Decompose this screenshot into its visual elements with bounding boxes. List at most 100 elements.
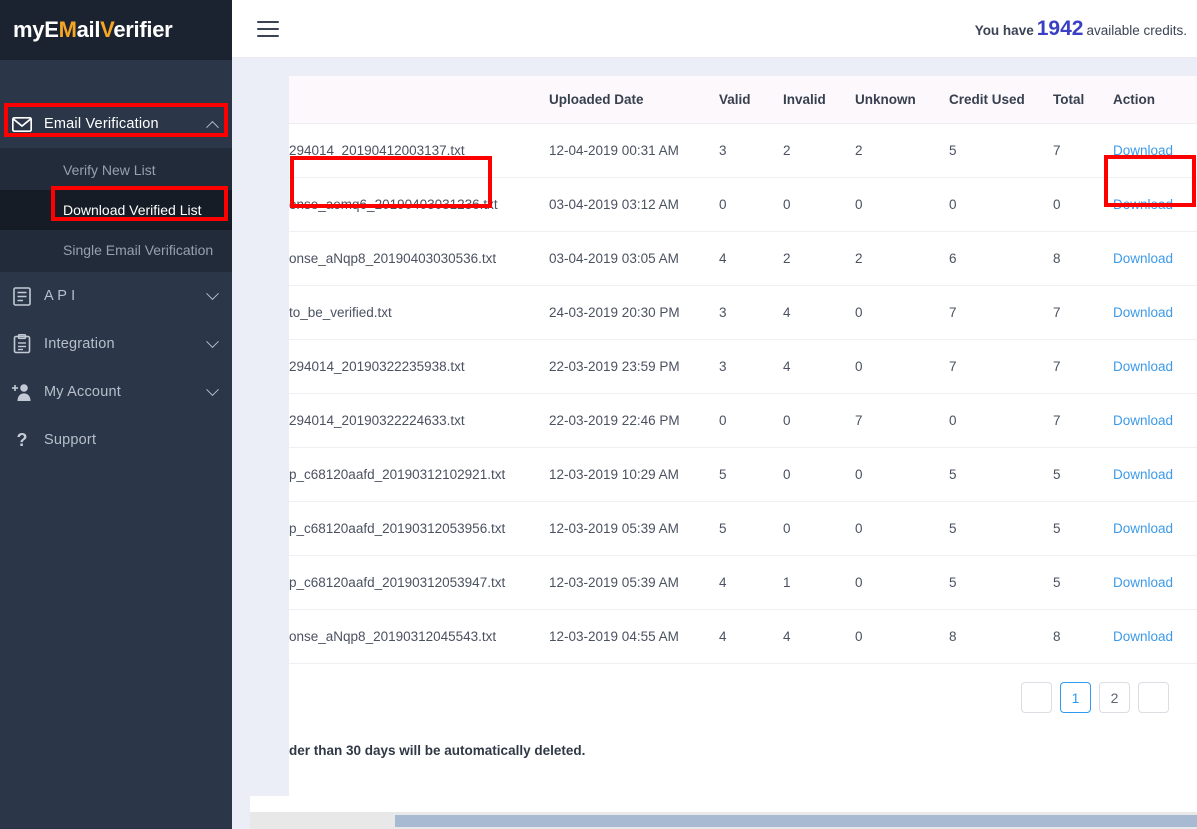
cell-action: Download [1113, 285, 1197, 340]
cell-filename: onse_aNqp8_20190403030536.txt [289, 231, 549, 286]
sidebar-item-email-verification[interactable]: Email Verification [0, 100, 232, 148]
cell-filename: 294014_20190322235938.txt [289, 339, 549, 394]
sidebar-item-my-account[interactable]: My Account [0, 368, 232, 416]
sidebar-item-integration[interactable]: Integration [0, 320, 232, 368]
pagination-prev-button[interactable] [1021, 682, 1052, 713]
horizontal-scrollbar[interactable] [232, 812, 1197, 829]
cell-uploaded-date: 22-03-2019 22:46 PM [549, 393, 719, 448]
cell-invalid: 2 [783, 231, 855, 286]
cell-credit-used: 5 [949, 555, 1053, 610]
clipboard-icon [0, 334, 44, 354]
document-icon [0, 286, 44, 306]
credits-count: 1942 [1036, 16, 1084, 40]
logo-text-part1: myE [13, 17, 59, 42]
cell-unknown: 2 [855, 231, 949, 286]
mail-icon [0, 116, 44, 132]
credits-display: You have 1942 available credits. [975, 17, 1187, 41]
cell-invalid: 0 [783, 501, 855, 556]
cell-total: 0 [1053, 177, 1113, 232]
cell-invalid: 4 [783, 609, 855, 664]
content-bottom-strip [232, 796, 1197, 812]
download-link[interactable]: Download [1113, 359, 1173, 374]
cell-filename: to_be_verified.txt [289, 285, 549, 340]
cell-valid: 5 [719, 447, 783, 502]
cell-unknown: 2 [855, 123, 949, 178]
cell-unknown: 0 [855, 609, 949, 664]
download-link[interactable]: Download [1113, 521, 1173, 536]
chevron-down-icon[interactable] [192, 334, 232, 349]
download-link[interactable]: Download [1113, 413, 1173, 428]
cell-unknown: 0 [855, 447, 949, 502]
cell-uploaded-date: 12-03-2019 05:39 AM [549, 501, 719, 556]
horizontal-scrollbar-thumb[interactable] [395, 815, 1197, 827]
cell-filename: onse_aemq6_20190403031236.txt [289, 177, 549, 232]
download-link[interactable]: Download [1113, 143, 1173, 158]
chevron-down-icon[interactable] [192, 286, 232, 301]
sidebar-item-label: Support [44, 432, 97, 448]
table-row: p_c68120aafd_20190312053956.txt 12-03-20… [289, 501, 1197, 556]
download-link[interactable]: Download [1113, 575, 1173, 590]
cell-uploaded-date: 03-04-2019 03:12 AM [549, 177, 719, 232]
cell-filename: 294014_20190322224633.txt [289, 393, 549, 448]
cell-total: 5 [1053, 447, 1113, 502]
chevron-up-icon[interactable] [192, 120, 232, 134]
cell-uploaded-date: 12-03-2019 10:29 AM [549, 447, 719, 502]
cell-action: Download [1113, 609, 1197, 664]
brand-logo[interactable]: myEMailVerifier [13, 17, 173, 43]
column-header-uploaded-date: Uploaded Date [549, 76, 719, 124]
cell-action: Download [1113, 123, 1197, 178]
cell-valid: 0 [719, 177, 783, 232]
cell-invalid: 0 [783, 393, 855, 448]
sidebar-item-support[interactable]: ? Support [0, 416, 232, 464]
sidebar-subitem-verify-new-list[interactable]: Verify New List [0, 150, 232, 190]
cell-unknown: 0 [855, 285, 949, 340]
cell-total: 5 [1053, 555, 1113, 610]
download-link[interactable]: Download [1113, 197, 1173, 212]
cell-filename: p_c68120aafd_20190312053947.txt [289, 555, 549, 610]
sidebar-subitem-single-email-verification[interactable]: Single Email Verification [0, 230, 232, 270]
column-header-filename [289, 76, 549, 124]
cell-uploaded-date: 12-04-2019 00:31 AM [549, 123, 719, 178]
credits-prefix: You have [974, 22, 1034, 38]
column-header-total: Total [1053, 76, 1113, 124]
table-row: 294014_20190322224633.txt 22-03-2019 22:… [289, 393, 1197, 448]
pagination: 1 2 [289, 664, 1197, 727]
pagination-next-button[interactable] [1138, 682, 1169, 713]
logo-accent-v: V [100, 17, 114, 42]
table-row: 294014_20190322235938.txt 22-03-2019 23:… [289, 339, 1197, 394]
table-body: 294014_20190412003137.txt 12-04-2019 00:… [289, 123, 1197, 664]
cell-action: Download [1113, 177, 1197, 232]
cell-valid: 4 [719, 609, 783, 664]
sidebar-item-api[interactable]: A P I [0, 272, 232, 320]
download-link[interactable]: Download [1113, 629, 1173, 644]
download-link[interactable]: Download [1113, 467, 1173, 482]
column-header-valid: Valid [719, 76, 783, 124]
cell-invalid: 4 [783, 339, 855, 394]
cell-uploaded-date: 12-03-2019 05:39 AM [549, 555, 719, 610]
column-header-credit-used: Credit Used [949, 76, 1053, 124]
cell-invalid: 0 [783, 447, 855, 502]
chevron-down-icon[interactable] [192, 382, 232, 397]
cell-invalid: 2 [783, 123, 855, 178]
cell-total: 7 [1053, 285, 1113, 340]
sidebar-submenu-email-verification: Verify New List Download Verified List S… [0, 148, 232, 272]
scrollbar-left-gap [232, 812, 250, 829]
hamburger-icon[interactable] [257, 20, 279, 37]
verified-lists-card: Uploaded Date Valid Invalid Unknown Cred… [289, 76, 1197, 816]
cell-unknown: 0 [855, 501, 949, 556]
cell-uploaded-date: 12-03-2019 04:55 AM [549, 609, 719, 664]
app-root: myEMailVerifier Email Verification Verif… [0, 0, 1197, 829]
column-header-action: Action [1113, 76, 1197, 124]
table-row: onse_aNqp8_20190403030536.txt 03-04-2019… [289, 231, 1197, 286]
download-link[interactable]: Download [1113, 251, 1173, 266]
table-row: 294014_20190412003137.txt 12-04-2019 00:… [289, 123, 1197, 178]
pagination-page-2[interactable]: 2 [1099, 682, 1130, 713]
cell-valid: 4 [719, 231, 783, 286]
logo-text-part2: ail [76, 17, 101, 42]
add-user-icon [0, 383, 44, 402]
cell-valid: 5 [719, 501, 783, 556]
pagination-page-1[interactable]: 1 [1060, 682, 1091, 713]
sidebar-subitem-download-verified-list[interactable]: Download Verified List [0, 190, 232, 230]
credits-suffix: available credits. [1086, 22, 1187, 38]
download-link[interactable]: Download [1113, 305, 1173, 320]
